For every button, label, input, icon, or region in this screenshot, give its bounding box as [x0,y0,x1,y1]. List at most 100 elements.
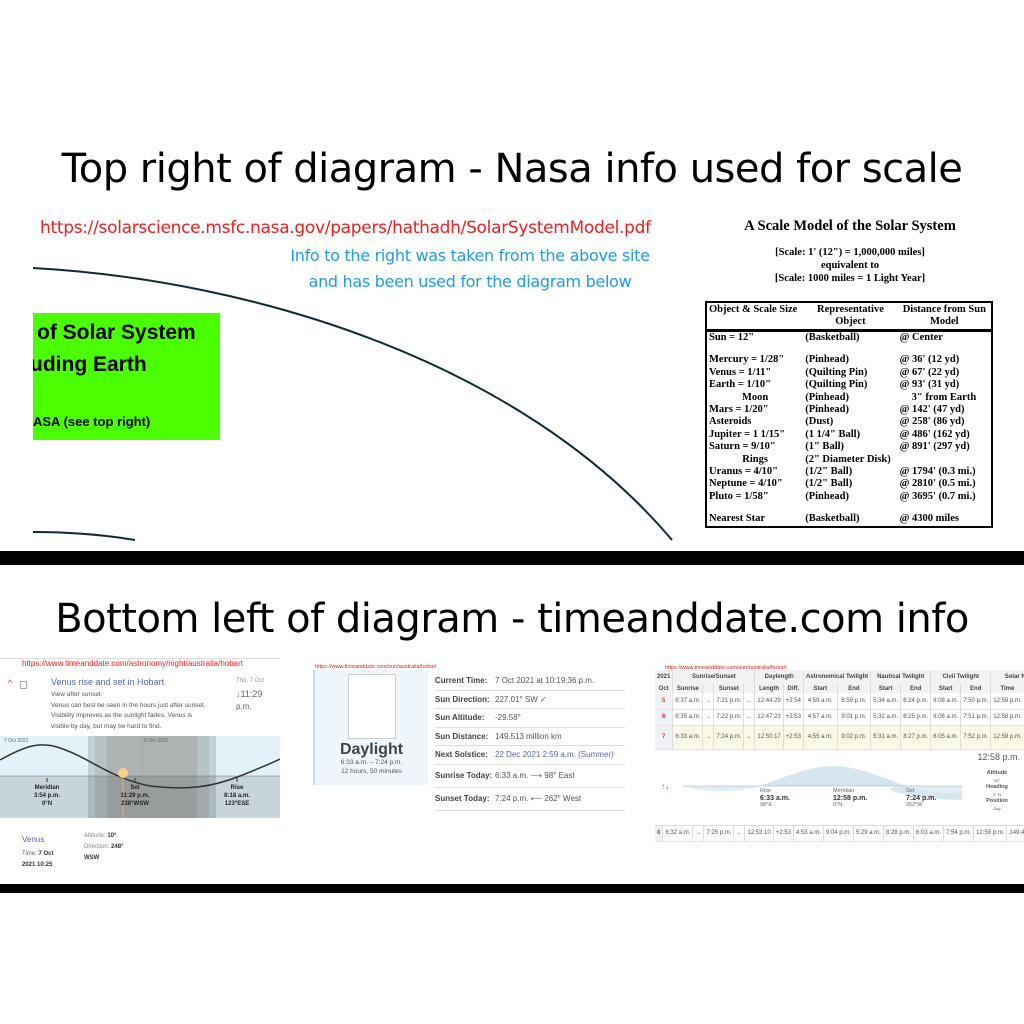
sun-path-graph: ↑↓ Rise 6:33 a.m. 98°E Meridian 12:58 p.m. 0°… [655,750,1024,826]
table-cell: 7:22 p.m. [713,709,745,725]
sun-info-row: Sun Direction: 227.01° SW ✓ [435,691,625,709]
table-cell: 12:47:23 [754,709,784,725]
daylight-title: Daylight [339,741,404,758]
heading-value: 0° [993,791,997,797]
venus-event-name: Set [130,785,140,791]
table-cell: 4:57 a.m. [803,709,838,725]
sun-info-row: Sunset Today: 7:24 p.m. ⟵ 262° West [435,788,625,811]
updown-icon: ↑↓ [661,781,669,791]
table-group-header: Daylength [754,670,804,684]
sun-event: Rise 6:33 a.m. 98°E [760,788,790,809]
venus-event-name: Meridian [34,785,60,791]
sun-info-key: Next Solstice: [435,750,488,760]
time-label: Time: [22,851,37,857]
table-column-header: Start [870,684,902,693]
sun-info-value: 7 Oct 2021 at 10:19:36 p.m. [495,676,595,686]
venus-event-dir: 123°ESE [224,801,250,807]
table-cell: 149.487 [1006,825,1024,842]
daylight-range: 6:33 a.m. – 7:24 p.m. [340,759,403,766]
venus-event-time: 11:29 p.m. [120,793,150,799]
sun-event-dir: 262°W [906,801,923,808]
collapse-caret-icon[interactable]: ^ [8,678,12,688]
venus-desc: Venus can best be seen in the hours just… [51,701,206,709]
scale-cell: @ 36' (12 yd) [899,354,960,366]
sun-table-panel: https://www.timeanddate.com/sun/australi… [655,665,1024,843]
table-cell: 6:06 a.m. [930,709,962,725]
scale-row: Earth = 1/10" (Quilting Pin) @ 93' (31 yd) [706,379,992,391]
table-cell: 5:34 a.m. [870,693,902,709]
scale-cell: @ 67' (22 yd) [899,366,960,378]
venus-planet-link[interactable]: Venus [22,835,44,844]
venus-visibility-chart: 7 Oct 2021 8 Oct 2021 Meridian 3:54 p.m. 0… [0,736,280,818]
table-cell: 6:08 a.m. [930,693,962,709]
scale-cell: (Quilting Pin) [805,366,868,378]
scale-cell [803,344,897,354]
sun-event-dir: 98°E [760,801,772,808]
heading-label: Heading [986,783,1008,790]
table-column-header: Start [930,684,962,693]
scale-cell: @ 486' (162 yd) [899,428,970,440]
scale-cell: Mars = 1/20" [709,404,769,416]
scale-cell: (1" Ball) [805,441,845,453]
venus-url-link[interactable]: https://www.timeanddate.com/astronomy/ni… [0,658,280,668]
table-cell: ← [743,693,756,709]
venus-title-link[interactable]: Venus rise and set in Hobart [51,677,164,687]
sun-table-last: 8 6:32 a.m. → 7:25 p.m. ← 12:53:10 +2:53 4:53 a… [655,825,1024,843]
table-cell: 8:25 p.m. [900,709,932,725]
table-cell: 12:50:17 [754,725,784,749]
scale-model-panel: A Scale Model of the Solar System [Scale… [700,218,1000,528]
venus-set-time: ↓11:29 [236,689,263,699]
sun-event-time: 6:33 a.m. [760,794,790,802]
table-cell: 6:37 a.m. [672,693,704,709]
direction-compass: WSW [84,855,100,861]
scale-row: Nearest Star (Basketball) @ 4300 miles [706,513,992,526]
scale-cell: @ 142' (47 yd) [899,404,965,416]
time-value: 7 Oct [38,851,54,857]
scale-cell: (Quilting Pin) [805,379,868,391]
table-cell: 4:55 a.m. [803,725,838,749]
nasa-url-link[interactable]: https://solarscience.msfc.nasa.gov/paper… [40,218,651,238]
table-cell: 4:53 a.m. [793,825,824,842]
table-cell: 9:04 p.m. [823,825,854,842]
table-cell[interactable]: 7 [655,725,674,749]
green-box-line-3: ASA (see top right) [33,414,151,429]
table-cell: 12:58 p.m. [990,709,1024,725]
sun-event-name: Meridian [833,787,855,794]
scale-row: Uranus = 4/10" (1/2" Ball) @ 1794' (0.3 mi… [706,466,992,478]
sun-event-name: Set [906,787,915,794]
table-cell[interactable]: 8 [655,825,664,842]
scale-cell: @ 891' (297 yd) [899,441,970,453]
info-line-2: and has been used for the diagram below [308,272,632,291]
scale-cell: Earth = 1/10" [709,379,771,391]
sun-event: Meridian 12:58 p.m. 0°N [833,788,867,809]
scale-cell: @ 93' (31 yd) [899,379,960,391]
sun-event-name: Rise [760,787,772,794]
table-url-link[interactable]: https://www.timeanddate.com/sun/australi… [665,665,787,671]
scale-row [706,503,992,513]
sun-info-value[interactable]: 22 Dec 2021 2:59 a.m. (Summer) [495,750,614,759]
scale-cell: Rings [742,453,768,465]
venus-current-position-marker [118,768,128,778]
table-cell[interactable]: 5 [655,693,674,709]
table-cell[interactable]: 6 [655,709,674,725]
table-cell: 7:25 p.m. [703,825,735,842]
table-row: 7 6:33 a.m. → 7:24 p.m. ← 12:50:17 +2:53 4:55 a… [655,725,1024,749]
venus-event: Set 11:29 p.m. 238°WSW [105,784,165,808]
scale-line-1: [Scale: 1' (12") = 1,000,000 miles] [775,247,925,258]
info-line-1: Info to the right was taken from the abo… [290,246,650,265]
table-group-header: Nautical Twilight [870,670,932,684]
scale-row [706,344,992,354]
sun-info-key: Sun Distance: [435,731,489,741]
table-cell: 6:35 a.m. [672,709,704,725]
table-column-header: Sunrise [672,684,704,693]
scale-cell: (2" Diameter Disk) [805,453,891,465]
scale-cell [706,503,803,513]
direction-label: Direction: [84,844,110,850]
table-cell: 6:05 a.m. [930,725,962,749]
table-column-header: Length [754,684,784,693]
table-cell: 8:28 p.m. [883,825,914,842]
table-column-header: End [960,684,992,693]
table-cell: 9:01 p.m. [837,709,872,725]
table-row: 8 6:32 a.m. → 7:25 p.m. ← 12:53:10 +2:53 4:53 a… [655,825,1024,842]
table-column-header: Sunset [713,684,745,693]
